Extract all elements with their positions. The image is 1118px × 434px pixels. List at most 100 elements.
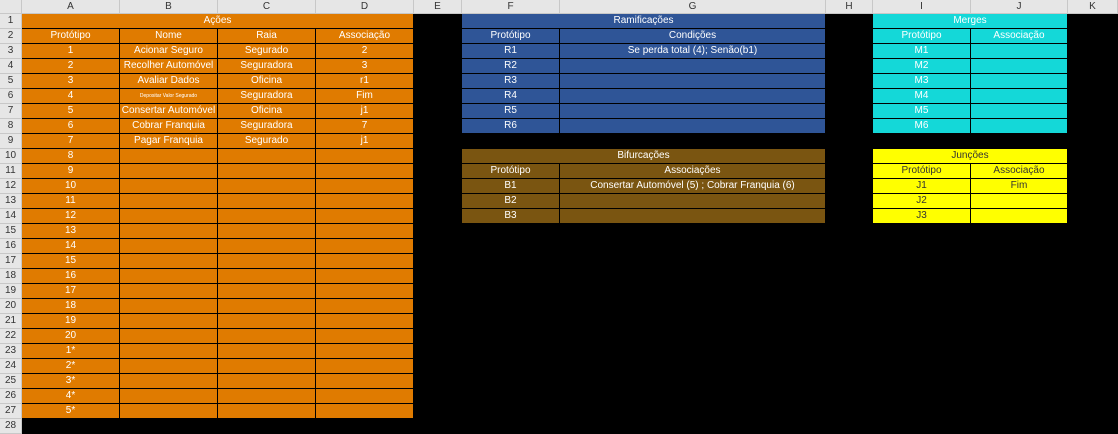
column-header-k[interactable]: K	[1068, 0, 1118, 14]
acoes-cell[interactable]: j1	[316, 104, 414, 119]
acoes-cell[interactable]: Seguradora	[218, 59, 316, 74]
row-header-21[interactable]: 21	[0, 314, 22, 329]
acoes-cell[interactable]	[316, 314, 414, 329]
ramificacoes-cell[interactable]: R5	[462, 104, 560, 119]
bifurcacoes-cell[interactable]: B2	[462, 194, 560, 209]
acoes-cell[interactable]: 3	[316, 59, 414, 74]
acoes-cell[interactable]: 13	[22, 224, 120, 239]
column-header-g[interactable]: G	[560, 0, 826, 14]
row-header-17[interactable]: 17	[0, 254, 22, 269]
merges-header-1[interactable]: Associação	[971, 29, 1068, 44]
select-all-corner[interactable]	[0, 0, 22, 14]
ramificacoes-cell[interactable]: R2	[462, 59, 560, 74]
acoes-cell[interactable]: Oficina	[218, 74, 316, 89]
acoes-cell[interactable]: 1*	[22, 344, 120, 359]
acoes-cell[interactable]	[316, 194, 414, 209]
acoes-cell[interactable]	[316, 209, 414, 224]
acoes-cell[interactable]	[218, 269, 316, 284]
acoes-cell[interactable]	[218, 284, 316, 299]
row-header-10[interactable]: 10	[0, 149, 22, 164]
row-header-24[interactable]: 24	[0, 359, 22, 374]
acoes-cell[interactable]	[120, 239, 218, 254]
acoes-cell[interactable]	[316, 359, 414, 374]
row-header-23[interactable]: 23	[0, 344, 22, 359]
acoes-cell[interactable]: 15	[22, 254, 120, 269]
column-header-c[interactable]: C	[218, 0, 316, 14]
ramificacoes-header-1[interactable]: Condições	[560, 29, 826, 44]
acoes-cell[interactable]: 12	[22, 209, 120, 224]
acoes-cell[interactable]: Pagar Franquia	[120, 134, 218, 149]
acoes-cell[interactable]	[316, 344, 414, 359]
acoes-cell[interactable]	[316, 299, 414, 314]
row-header-22[interactable]: 22	[0, 329, 22, 344]
ramificacoes-cell[interactable]: R6	[462, 119, 560, 134]
acoes-cell[interactable]	[316, 224, 414, 239]
acoes-cell[interactable]: Seguradora	[218, 89, 316, 104]
acoes-cell[interactable]	[316, 329, 414, 344]
row-header-25[interactable]: 25	[0, 374, 22, 389]
acoes-cell[interactable]: 19	[22, 314, 120, 329]
acoes-cell[interactable]	[316, 404, 414, 419]
acoes-cell[interactable]	[218, 374, 316, 389]
ramificacoes-cell[interactable]	[560, 59, 826, 74]
ramificacoes-cell[interactable]	[560, 104, 826, 119]
acoes-cell[interactable]	[316, 269, 414, 284]
acoes-cell[interactable]: 6	[22, 119, 120, 134]
acoes-cell[interactable]: Avaliar Dados	[120, 74, 218, 89]
bifurcacoes-cell[interactable]: B1	[462, 179, 560, 194]
ramificacoes-cell[interactable]	[560, 89, 826, 104]
row-header-26[interactable]: 26	[0, 389, 22, 404]
acoes-cell[interactable]: 18	[22, 299, 120, 314]
ramificacoes-cell[interactable]: R3	[462, 74, 560, 89]
ramificacoes-title[interactable]: Ramificações	[462, 14, 826, 29]
acoes-cell[interactable]	[120, 299, 218, 314]
acoes-cell[interactable]: 1	[22, 44, 120, 59]
ramificacoes-cell[interactable]: R4	[462, 89, 560, 104]
acoes-cell[interactable]	[316, 149, 414, 164]
merges-cell[interactable]	[971, 89, 1068, 104]
juncoes-cell[interactable]	[971, 194, 1068, 209]
row-header-3[interactable]: 3	[0, 44, 22, 59]
row-header-19[interactable]: 19	[0, 284, 22, 299]
acoes-header-0[interactable]: Protótipo	[22, 29, 120, 44]
merges-cell[interactable]	[971, 104, 1068, 119]
acoes-cell[interactable]: 3	[22, 74, 120, 89]
acoes-cell[interactable]: Seguradora	[218, 119, 316, 134]
row-header-20[interactable]: 20	[0, 299, 22, 314]
row-header-4[interactable]: 4	[0, 59, 22, 74]
acoes-cell[interactable]: Segurado	[218, 44, 316, 59]
acoes-cell[interactable]: 16	[22, 269, 120, 284]
acoes-cell[interactable]: 4	[22, 89, 120, 104]
acoes-cell[interactable]: 8	[22, 149, 120, 164]
row-header-15[interactable]: 15	[0, 224, 22, 239]
acoes-cell[interactable]	[218, 179, 316, 194]
row-header-9[interactable]: 9	[0, 134, 22, 149]
acoes-cell[interactable]: 5*	[22, 404, 120, 419]
acoes-cell[interactable]: 7	[316, 119, 414, 134]
row-header-11[interactable]: 11	[0, 164, 22, 179]
merges-cell[interactable]: M2	[873, 59, 971, 74]
ramificacoes-cell[interactable]: Se perda total (4); Senão(b1)	[560, 44, 826, 59]
acoes-cell[interactable]	[218, 149, 316, 164]
acoes-cell[interactable]	[120, 224, 218, 239]
acoes-header-3[interactable]: Associação	[316, 29, 414, 44]
row-header-6[interactable]: 6	[0, 89, 22, 104]
row-header-28[interactable]: 28	[0, 419, 22, 434]
row-header-14[interactable]: 14	[0, 209, 22, 224]
acoes-cell[interactable]: Depositar Valor Segurado	[120, 89, 218, 104]
acoes-cell[interactable]: Oficina	[218, 104, 316, 119]
ramificacoes-header-0[interactable]: Protótipo	[462, 29, 560, 44]
ramificacoes-cell[interactable]	[560, 119, 826, 134]
acoes-cell[interactable]	[120, 179, 218, 194]
acoes-title[interactable]: Ações	[22, 14, 414, 29]
acoes-cell[interactable]: 11	[22, 194, 120, 209]
merges-header-0[interactable]: Protótipo	[873, 29, 971, 44]
column-header-h[interactable]: H	[826, 0, 873, 14]
acoes-header-1[interactable]: Nome	[120, 29, 218, 44]
acoes-cell[interactable]	[218, 224, 316, 239]
acoes-cell[interactable]	[120, 329, 218, 344]
ramificacoes-cell[interactable]: R1	[462, 44, 560, 59]
row-header-18[interactable]: 18	[0, 269, 22, 284]
row-header-1[interactable]: 1	[0, 14, 22, 29]
bifurcacoes-cell[interactable]	[560, 194, 826, 209]
